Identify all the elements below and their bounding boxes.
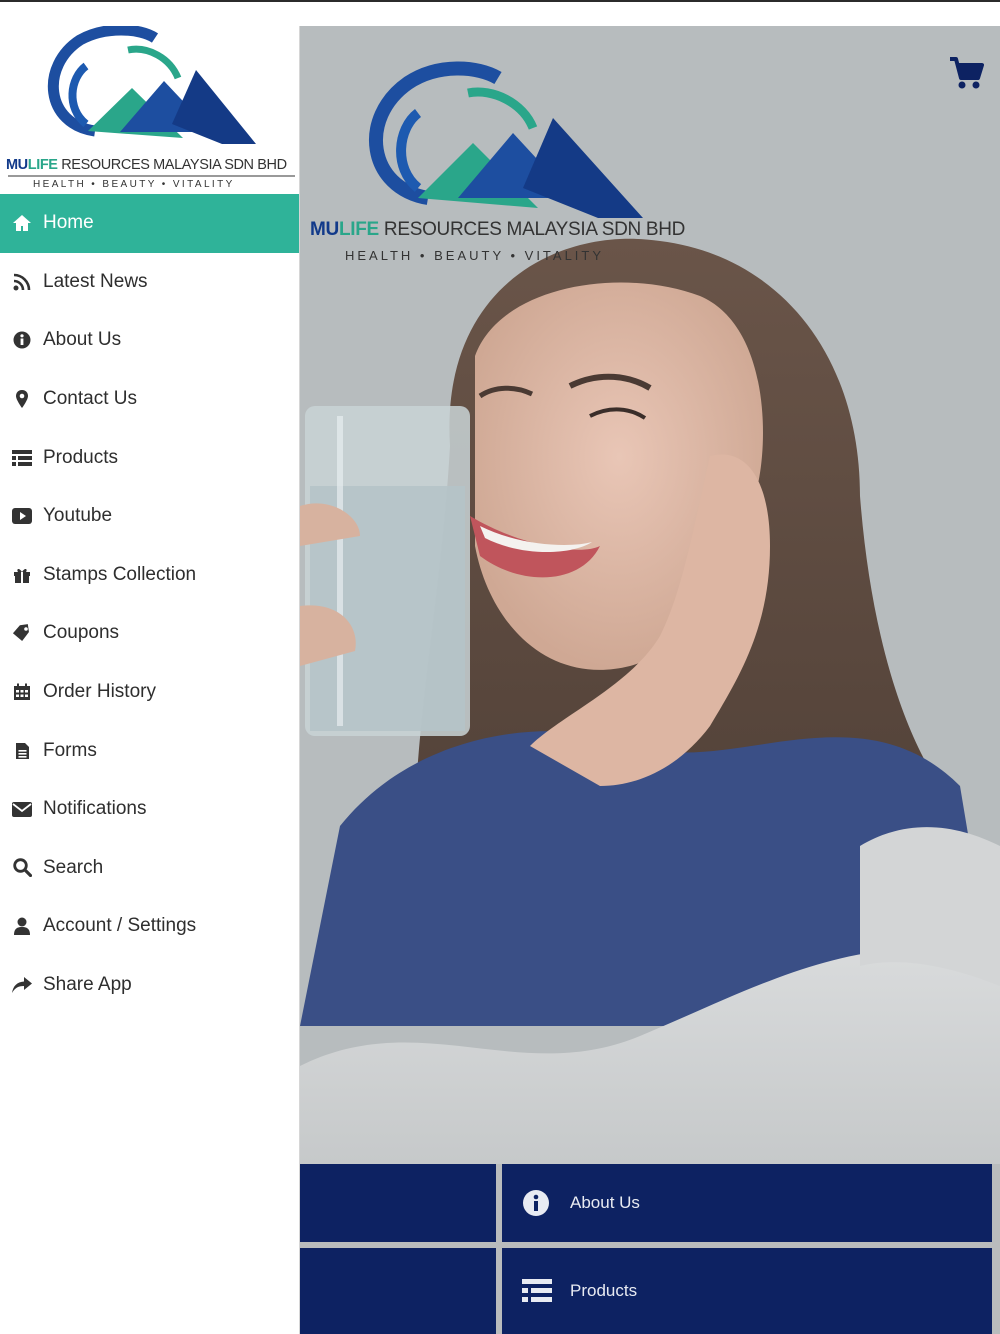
search-icon: [12, 858, 32, 878]
sidebar-menu: Home Latest News About Us Contact Us Pro…: [0, 194, 299, 1014]
sidebar-item-label: Stamps Collection: [43, 563, 197, 585]
map-pin-icon: [12, 389, 32, 409]
hero-image: MULIFE RESOURCES MALAYSIA SDN BHD HEALTH…: [300, 26, 1000, 1164]
rss-icon: [12, 272, 32, 292]
calendar-icon: [12, 682, 32, 702]
play-icon: [12, 506, 32, 526]
sidebar-item-label: Search: [43, 856, 104, 878]
sidebar-item-order-history[interactable]: Order History: [0, 663, 299, 722]
sidebar-item-youtube[interactable]: Youtube: [0, 487, 299, 546]
tile-about-us-label: About Us: [570, 1193, 640, 1212]
sidebar-brand-name: MULIFE RESOURCES MALAYSIA SDN BHD: [6, 157, 287, 173]
sidebar-item-about-us[interactable]: About Us: [0, 311, 299, 370]
status-bar-line: [0, 0, 1000, 26]
sidebar-item-label: About Us: [43, 329, 122, 351]
tile-products[interactable]: Products: [502, 1248, 992, 1334]
sidebar-item-label: Youtube: [43, 505, 113, 527]
sidebar-item-stamps-collection[interactable]: Stamps Collection: [0, 546, 299, 605]
sidebar-item-label: Latest News: [43, 270, 148, 292]
sidebar-item-contact-us[interactable]: Contact Us: [0, 370, 299, 429]
sidebar-item-label: Contact Us: [43, 388, 137, 410]
sidebar-item-label: Order History: [43, 681, 156, 703]
info-icon: [522, 1189, 550, 1217]
sidebar-item-label: Account / Settings: [43, 915, 197, 937]
sidebar-item-coupons[interactable]: Coupons: [0, 604, 299, 663]
tile-about-us[interactable]: About Us: [502, 1164, 992, 1242]
sidebar-item-label: Notifications: [43, 798, 147, 820]
list-icon: [12, 448, 32, 468]
sidebar-item-share-app[interactable]: Share App: [0, 956, 299, 1015]
sidebar-item-account-settings[interactable]: Account / Settings: [0, 897, 299, 956]
info-icon: [12, 330, 32, 350]
envelope-icon: [12, 799, 32, 819]
sidebar-item-label: Forms: [43, 739, 97, 761]
home-icon: [12, 213, 32, 233]
sidebar-item-label: Coupons: [43, 622, 120, 644]
sidebar-item-label: Share App: [43, 974, 132, 996]
sidebar-item-label: Home: [43, 212, 94, 234]
tile-left-top[interactable]: [300, 1164, 496, 1242]
sidebar-item-search[interactable]: Search: [0, 839, 299, 898]
sidebar-item-forms[interactable]: Forms: [0, 721, 299, 780]
user-icon: [12, 916, 32, 936]
sidebar-item-products[interactable]: Products: [0, 428, 299, 487]
overlay-brand-name: MULIFE RESOURCES MALAYSIA SDN BHD: [310, 219, 686, 240]
sidebar-logo: MULIFE RESOURCES MALAYSIA SDN BHD HEALTH…: [0, 24, 299, 194]
list-icon: [522, 1277, 552, 1305]
document-icon: [12, 741, 32, 761]
tile-products-label: Products: [570, 1281, 638, 1300]
sidebar-item-notifications[interactable]: Notifications: [0, 780, 299, 839]
sidebar-brand-tagline: HEALTH • BEAUTY • VITALITY: [33, 179, 235, 190]
sidebar-drawer: MULIFE RESOURCES MALAYSIA SDN BHD HEALTH…: [0, 24, 300, 1334]
sidebar-item-home[interactable]: Home: [0, 194, 299, 253]
main-content: MULIFE RESOURCES MALAYSIA SDN BHD HEALTH…: [300, 26, 1000, 1334]
overlay-brand-tagline: HEALTH • BEAUTY • VITALITY: [345, 248, 605, 263]
sidebar-item-label: Products: [43, 446, 118, 468]
bottom-tiles: About Us Products: [300, 1164, 1000, 1334]
gift-icon: [12, 565, 32, 585]
tag-icon: [12, 623, 32, 643]
sidebar-item-latest-news[interactable]: Latest News: [0, 253, 299, 312]
tile-left-bottom[interactable]: [300, 1248, 496, 1334]
cart-icon[interactable]: [948, 56, 984, 90]
share-icon: [12, 975, 32, 995]
